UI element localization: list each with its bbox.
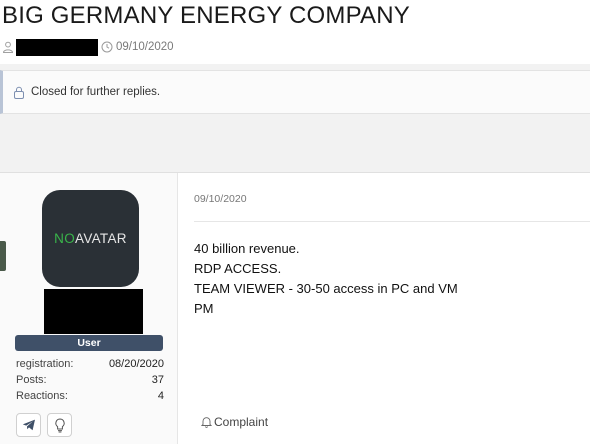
lightbulb-button[interactable] xyxy=(47,413,72,437)
post-line: PM xyxy=(194,301,214,316)
role-badge: User xyxy=(15,335,163,351)
avatar[interactable]: NO AVATAR xyxy=(42,190,139,287)
clock-icon xyxy=(101,41,113,53)
stat-registration: registration: 08/20/2020 xyxy=(16,356,164,372)
user-stats: registration: 08/20/2020 Posts: 37 React… xyxy=(16,356,164,404)
stat-label: registration: xyxy=(16,358,74,370)
post-line: 40 billion revenue. xyxy=(194,241,300,256)
contact-buttons xyxy=(16,413,72,437)
divider xyxy=(194,221,590,222)
post-date[interactable]: 09/10/2020 xyxy=(194,193,247,205)
avatar-text-no: NO xyxy=(54,231,76,246)
complaint-link[interactable]: Complaint xyxy=(201,415,268,429)
post-line: RDP ACCESS. xyxy=(194,261,282,276)
post-user-panel: NO AVATAR User registration: 08/20/2020 … xyxy=(0,173,178,444)
telegram-button[interactable] xyxy=(16,413,41,437)
post-message: NO AVATAR User registration: 08/20/2020 … xyxy=(0,172,590,444)
lock-icon xyxy=(14,86,24,99)
closed-notice-text: Closed for further replies. xyxy=(31,86,161,98)
stat-label: Posts: xyxy=(16,374,47,386)
thread-header: BIG GERMANY ENERGY COMPANY 09/10/2020 xyxy=(0,0,590,64)
bell-icon xyxy=(201,417,212,428)
stat-value: 4 xyxy=(157,390,164,402)
post-body: 40 billion revenue. RDP ACCESS. TEAM VIE… xyxy=(194,239,458,319)
stat-posts: Posts: 37 xyxy=(16,372,164,388)
complaint-label: Complaint xyxy=(214,415,269,429)
stat-value: 08/20/2020 xyxy=(108,358,164,370)
redacted-username xyxy=(44,289,143,334)
user-icon xyxy=(2,41,14,53)
thread-title: BIG GERMANY ENERGY COMPANY xyxy=(2,2,410,29)
thread-meta: 09/10/2020 xyxy=(2,38,174,56)
telegram-icon xyxy=(22,419,35,431)
closed-notice: Closed for further replies. xyxy=(0,70,590,114)
avatar-text-avatar: AVATAR xyxy=(75,231,127,246)
side-tab[interactable] xyxy=(0,241,6,271)
post-content: 09/10/2020 40 billion revenue. RDP ACCES… xyxy=(179,173,590,444)
post-line: TEAM VIEWER - 30-50 access in PC and VM xyxy=(194,281,458,296)
stat-reactions: Reactions: 4 xyxy=(16,388,164,404)
redacted-author-name xyxy=(16,38,98,56)
stat-label: Reactions: xyxy=(16,390,68,402)
stat-value: 37 xyxy=(151,374,164,386)
thread-date[interactable]: 09/10/2020 xyxy=(116,41,174,53)
lightbulb-icon xyxy=(54,417,65,432)
